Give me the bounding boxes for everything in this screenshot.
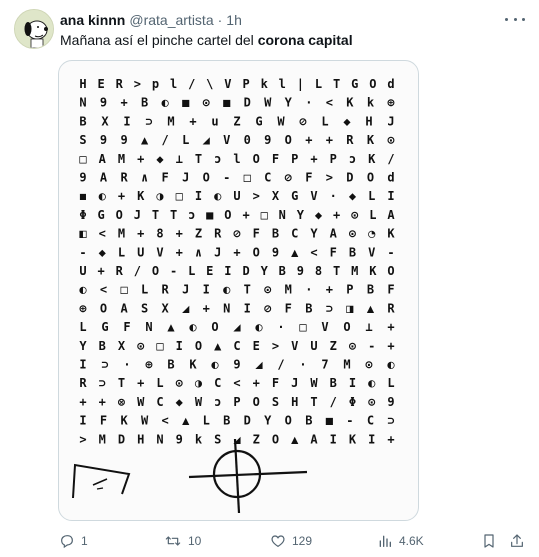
- more-dots-icon: [522, 17, 525, 21]
- header-separator: ·: [217, 12, 223, 28]
- heart-icon: [271, 535, 285, 548]
- share-button[interactable]: [509, 528, 525, 554]
- snoopy-avatar-icon: [15, 10, 53, 48]
- retweet-icon: [165, 536, 181, 546]
- like-button[interactable]: 129: [270, 528, 312, 554]
- tweet-action-bar: 1 10 129 4.6K: [0, 528, 539, 554]
- retweet-count: 10: [188, 534, 202, 548]
- views-button[interactable]: 4.6K: [377, 528, 424, 554]
- crosshair-symbol: [188, 438, 308, 514]
- cipher-row: ◐<□LRJI◐T⊙M·+PBF: [79, 283, 394, 297]
- author-handle[interactable]: @rata_artista: [129, 12, 213, 28]
- views-chart-icon: [379, 535, 391, 547]
- more-dots-icon: [505, 17, 508, 21]
- tweet-time[interactable]: 1h: [226, 12, 242, 28]
- tweet-header: ana kinnn @rata_artista · 1h: [60, 10, 242, 30]
- cipher-row: LGFN▲◐O◢◐·□VO⊥+: [79, 320, 394, 334]
- tweet-text-prefix: Mañana así el pinche cartel del: [60, 32, 258, 48]
- cipher-row: HER>pl/\VPkl|LTGOd: [79, 77, 394, 91]
- more-dots-icon: [513, 17, 517, 21]
- retweet-button[interactable]: 10: [164, 528, 201, 554]
- reply-icon: [61, 535, 73, 549]
- bookmark-button[interactable]: [481, 528, 497, 554]
- views-count: 4.6K: [399, 534, 424, 548]
- cipher-row: IFKW<▲LBDYOB■-C⊃: [79, 414, 394, 428]
- like-count: 129: [292, 534, 313, 548]
- tweet[interactable]: ana kinnn @rata_artista · 1h Mañana así …: [0, 0, 539, 557]
- cipher-row: ◼◐+K◑□I◐U>XGV·◆LI: [79, 189, 394, 203]
- bracket-drawing: [72, 463, 131, 499]
- cipher-image: HER>pl/\VPkl|LTGOd N9+B◐■⊙■DWY·<Kk⊕ BXI⊃M+…: [72, 77, 395, 514]
- cipher-row: ◧<M+8+ZR⊘FBCYA⊙◔K: [79, 227, 395, 241]
- cipher-row: □AM+◆⊥TɔlOFP+PɔK/: [79, 152, 394, 166]
- reply-button[interactable]: 1: [59, 528, 88, 554]
- author-name[interactable]: ana kinnn: [60, 12, 125, 28]
- cipher-row: ΦGOJTTɔ■O+□NY◆+⊙LA: [79, 208, 395, 222]
- cipher-row: I⊃·⊕BK◐9◢/·7M⊙◐: [79, 358, 394, 372]
- tweet-text: Mañana así el pinche cartel del corona c…: [60, 32, 353, 48]
- cipher-row: S99▲/L◢V09O++RK⊙: [79, 133, 395, 147]
- more-options-button[interactable]: [505, 11, 525, 27]
- reply-count: 1: [81, 534, 88, 548]
- share-icon: [511, 534, 523, 547]
- tweet-text-bold: corona capital: [257, 32, 353, 48]
- cipher-grid: HER>pl/\VPkl|LTGOd N9+B◐■⊙■DWY·<Kk⊕ BXI⊃M+…: [79, 77, 395, 446]
- cipher-row: YBX⊙□IO▲CE>VUZ⊙-+: [79, 339, 394, 353]
- cipher-row: >MDHN9kS◢ZO▲AIKI+: [79, 432, 394, 446]
- cipher-row: -◆LUV+∧J+O9▲<FBV-: [79, 245, 394, 259]
- cipher-row: ⊕OASX◢+NI⊘FB⊃◨▲R: [79, 301, 395, 315]
- bookmark-icon: [484, 534, 494, 548]
- cipher-row: ++⊗WC◆WɔPOSHT/Φ⊙9: [79, 395, 394, 409]
- cipher-row: N9+B◐■⊙■DWY·<Kk⊕: [79, 96, 395, 110]
- author-avatar[interactable]: [14, 9, 54, 49]
- cipher-row: 9AR∧FJO-□C⊘F>DOd: [79, 171, 394, 185]
- cipher-row: R⊃T+L⊙◑C<+FJWBI◐L: [79, 376, 394, 390]
- tweet-media-image[interactable]: HER>pl/\VPkl|LTGOd N9+B◐■⊙■DWY·<Kk⊕ BXI⊃M+…: [58, 60, 419, 521]
- cipher-row: U+R/O-LEIDYB98TMKO: [79, 264, 394, 278]
- cipher-row: BXI⊃M+uZGW⊘L◆HJ: [79, 114, 394, 128]
